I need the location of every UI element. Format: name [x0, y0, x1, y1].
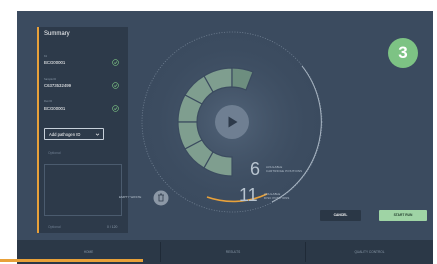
step-badge: 3: [388, 38, 418, 68]
play-button[interactable]: [215, 105, 249, 139]
screen: Summary Kit BCG00001 Sample ID C63735324…: [0, 0, 437, 264]
disc-count: 11: [239, 185, 258, 205]
empty-waste-button[interactable]: [153, 190, 169, 206]
active-tab-indicator: [0, 259, 143, 262]
empty-waste-label: EMPTY WASTE: [119, 195, 142, 199]
cartridge-count: 6: [250, 159, 261, 179]
tab-quality-control[interactable]: QUALITY CONTROL: [306, 240, 433, 264]
disc-label-line2: DISC POSITIONS: [264, 196, 290, 200]
start-run-button[interactable]: START RUN: [379, 210, 427, 221]
cartridge-label-line2: CARTRIDGE POSITIONS: [266, 169, 303, 173]
empty-waste-button-bg[interactable]: [153, 190, 169, 206]
cartridge-positions-label: AVAILABLE CARTRIDGE POSITIONS: [266, 165, 302, 173]
disc-positions-label: AVAILABLE DISC POSITIONS: [264, 192, 290, 200]
app-window: Summary Kit BCG00001 Sample ID C63735324…: [17, 11, 433, 264]
run-dial: [137, 27, 327, 217]
cancel-button[interactable]: CANCEL: [320, 210, 361, 221]
tab-results[interactable]: RESULTS: [161, 240, 305, 264]
